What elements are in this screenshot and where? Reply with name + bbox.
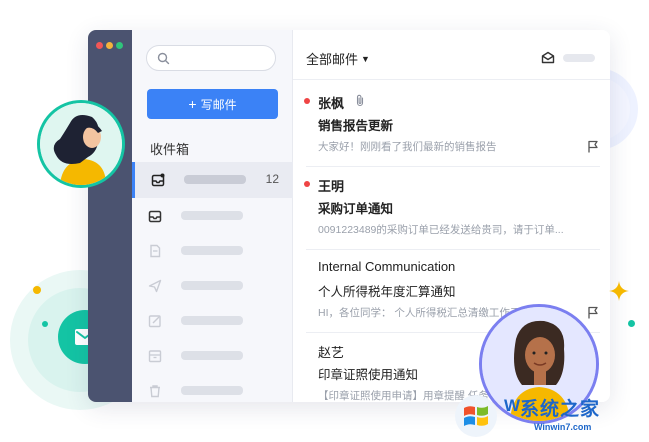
avatar-woman-left <box>37 100 125 188</box>
inbox-title: 收件箱 <box>150 142 190 157</box>
folder-label-placeholder <box>181 211 243 220</box>
decor-dot-yellow <box>33 286 41 294</box>
app-rail <box>88 30 132 402</box>
folder-item[interactable] <box>132 198 293 234</box>
message-item[interactable]: 张枫 销售报告更新 大家好！刚刚看了我们最新的销售报告 <box>293 85 610 167</box>
close-window-button[interactable] <box>96 42 103 49</box>
folder-label-placeholder <box>181 281 243 290</box>
attachment-icon <box>356 94 364 107</box>
plus-icon: + <box>188 96 197 112</box>
watermark-prefix: W <box>504 396 521 415</box>
decor-dot-teal <box>42 321 48 327</box>
folder-label-placeholder <box>184 175 246 184</box>
message-preview: 大家好！刚刚看了我们最新的销售报告 <box>318 141 497 153</box>
watermark-title: 系统之家 <box>520 399 601 420</box>
compose-label: 写邮件 <box>200 97 237 112</box>
send-icon <box>148 279 162 293</box>
windows-flag-logo <box>455 395 497 437</box>
message-subject: 个人所得税年度汇算通知 <box>318 285 456 299</box>
message-sender: Internal Communication <box>318 259 456 274</box>
inbox-star-icon <box>151 173 165 187</box>
folder-item[interactable] <box>132 268 293 304</box>
avatar-illustration <box>40 103 122 185</box>
message-sender: 张枫 <box>318 96 345 111</box>
folder-item[interactable] <box>132 303 293 339</box>
folder-label-placeholder <box>181 246 243 255</box>
mail-filter-dropdown[interactable]: 全部邮件 ▼ <box>306 49 370 68</box>
message-subject: 采购订单通知 <box>318 202 394 216</box>
mail-filter-label: 全部邮件 <box>306 52 359 67</box>
flag-icon[interactable] <box>587 140 599 153</box>
message-subject: 销售报告更新 <box>318 119 394 133</box>
folder-item[interactable] <box>132 233 293 269</box>
unread-dot <box>304 98 310 104</box>
message-sender: 赵艺 <box>318 345 345 360</box>
folder-label-placeholder <box>181 386 243 395</box>
draft-icon <box>150 244 161 258</box>
folder-label-placeholder <box>181 351 243 360</box>
search-input[interactable] <box>146 45 276 71</box>
archive-icon <box>148 350 162 363</box>
message-sender: 王明 <box>318 179 345 194</box>
list-header: 全部邮件 ▼ <box>293 30 610 80</box>
sparkle-icon <box>609 281 629 301</box>
folder-label-placeholder <box>181 316 243 325</box>
folder-item-inbox[interactable]: 12 <box>132 162 293 198</box>
trash-icon <box>150 385 160 398</box>
folder-item[interactable] <box>132 373 293 402</box>
message-subject: 印章证照使用通知 <box>318 368 419 382</box>
unread-dot <box>304 181 310 187</box>
folder-item[interactable] <box>132 338 293 374</box>
watermark-url: Winwin7.com <box>534 422 592 432</box>
minimize-window-button[interactable] <box>106 42 113 49</box>
compose-button[interactable]: + 写邮件 <box>147 89 278 119</box>
divider <box>306 249 600 250</box>
message-item[interactable]: 王明 采购订单通知 0091223489的采购订单已经发送给贵司，请于订单... <box>293 168 610 250</box>
folder-sidebar: + 写邮件 收件箱 12 <box>132 30 293 402</box>
tray-icon <box>148 210 162 223</box>
maximize-window-button[interactable] <box>116 42 123 49</box>
caret-down-icon: ▼ <box>361 54 370 64</box>
decor-dot-teal-right <box>628 320 635 327</box>
header-action-placeholder <box>563 54 595 62</box>
watermark: W 系统之家 Winwin7.com <box>452 392 648 440</box>
flag-icon[interactable] <box>587 306 599 319</box>
edit-box-icon <box>148 315 161 328</box>
message-preview: 0091223489的采购订单已经发送给贵司，请于订单... <box>318 224 564 236</box>
unread-count: 12 <box>265 172 279 186</box>
divider <box>306 166 600 167</box>
open-envelope-icon[interactable] <box>541 51 555 64</box>
search-icon <box>157 52 170 65</box>
